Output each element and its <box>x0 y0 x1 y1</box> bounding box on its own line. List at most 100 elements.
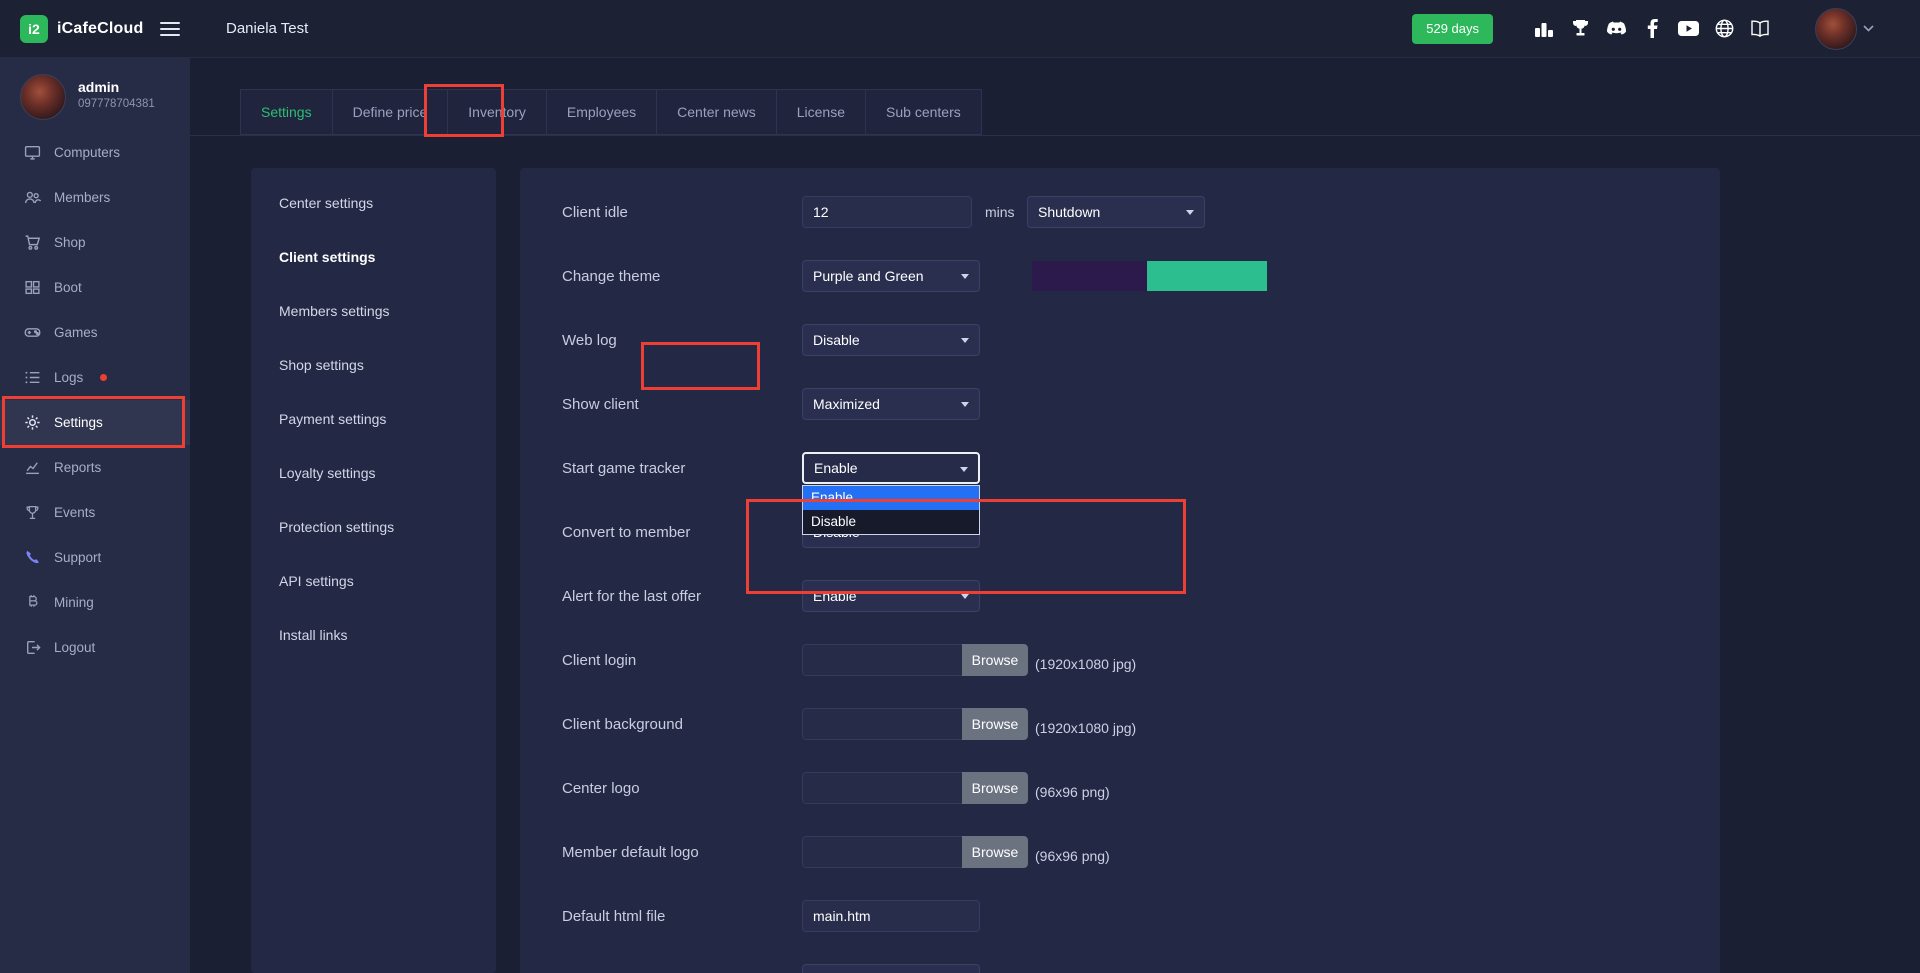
partial-control[interactable] <box>802 964 980 973</box>
unit-label: mins <box>985 204 1027 220</box>
form-row-default-html: Default html file main.htm <box>520 884 1720 948</box>
nav-item-center-settings[interactable]: Center settings <box>251 176 496 230</box>
brand[interactable]: i2 iCafeCloud <box>0 15 148 43</box>
leaderboard-icon[interactable] <box>1533 18 1555 40</box>
sidebar-item-support[interactable]: Support <box>0 535 190 580</box>
sidebar-item-logout[interactable]: Logout <box>0 625 190 670</box>
sidebar-item-computers[interactable]: Computers <box>0 130 190 175</box>
tab-inventory[interactable]: Inventory <box>447 89 547 135</box>
nav-item-client-settings[interactable]: Client settings <box>251 230 496 284</box>
sidebar-item-logs[interactable]: Logs <box>0 355 190 400</box>
client-settings-form: Client idle 12 mins Shutdown Change them… <box>520 168 1720 973</box>
select-dropdown-list: Enable Disable <box>802 485 980 535</box>
default-html-input[interactable]: main.htm <box>802 900 980 932</box>
browse-button[interactable]: Browse <box>962 708 1028 740</box>
field-label: Change theme <box>562 268 802 285</box>
sidebar-item-events[interactable]: Events <box>0 490 190 535</box>
sidebar-item-label: Reports <box>54 460 101 475</box>
field-label: Web log <box>562 332 802 349</box>
chart-icon <box>24 459 41 476</box>
nav-item-install-links[interactable]: Install links <box>251 608 496 662</box>
field-label: Center logo <box>562 780 802 797</box>
form-row-convert-to-member: Convert to member Disable <box>520 500 1720 564</box>
file-input[interactable] <box>802 772 962 804</box>
nav-item-protection-settings[interactable]: Protection settings <box>251 500 496 554</box>
caret-icon <box>961 402 969 407</box>
topbar: i2 iCafeCloud Daniela Test 529 days <box>0 0 1920 58</box>
manual-icon[interactable] <box>1749 18 1771 40</box>
tab-license[interactable]: License <box>776 89 866 135</box>
client-background-file[interactable]: Browse <box>802 708 1028 740</box>
dropdown-option-disable[interactable]: Disable <box>803 510 979 534</box>
web-log-select[interactable]: Disable <box>802 324 980 356</box>
nav-item-loyalty-settings[interactable]: Loyalty settings <box>251 446 496 500</box>
browse-button[interactable]: Browse <box>962 772 1028 804</box>
form-row-change-theme: Change theme Purple and Green <box>520 244 1720 308</box>
client-login-file[interactable]: Browse <box>802 644 1028 676</box>
dropdown-option-enable[interactable]: Enable <box>803 486 979 510</box>
nav-item-api-settings[interactable]: API settings <box>251 554 496 608</box>
nav-item-payment-settings[interactable]: Payment settings <box>251 392 496 446</box>
youtube-icon[interactable] <box>1677 18 1699 40</box>
profile-name: admin <box>78 79 155 95</box>
caret-icon <box>961 594 969 599</box>
grid-icon <box>24 279 41 296</box>
field-label: Show client <box>562 396 802 413</box>
sidebar-item-settings[interactable]: Settings <box>0 400 190 445</box>
profile-avatar <box>20 74 66 120</box>
file-hint: (96x96 png) <box>1035 848 1110 864</box>
game-tracker-select[interactable]: Enable <box>802 452 980 484</box>
logout-icon <box>24 639 41 656</box>
file-input[interactable] <box>802 708 962 740</box>
file-input[interactable] <box>802 836 962 868</box>
client-idle-action-select[interactable]: Shutdown <box>1027 196 1205 228</box>
monitor-icon <box>24 144 41 161</box>
profile-block[interactable]: admin 097778704381 <box>0 58 190 130</box>
tab-sub-centers[interactable]: Sub centers <box>865 89 982 135</box>
sidebar-item-label: Events <box>54 505 95 520</box>
tab-center-news[interactable]: Center news <box>656 89 777 135</box>
hamburger-menu-icon[interactable] <box>160 21 180 37</box>
alert-offer-select[interactable]: Enable <box>802 580 980 612</box>
form-row-member-default-logo: Member default logo Browse (96x96 png) <box>520 820 1720 884</box>
member-logo-file[interactable]: Browse <box>802 836 1028 868</box>
theme-select[interactable]: Purple and Green <box>802 260 980 292</box>
gear-icon <box>24 414 41 431</box>
field-label: Member default logo <box>562 844 802 861</box>
sidebar-item-reports[interactable]: Reports <box>0 445 190 490</box>
sidebar-item-shop[interactable]: Shop <box>0 220 190 265</box>
sidebar-item-boot[interactable]: Boot <box>0 265 190 310</box>
file-input[interactable] <box>802 644 962 676</box>
center-logo-file[interactable]: Browse <box>802 772 1028 804</box>
caret-icon <box>961 338 969 343</box>
client-idle-input[interactable]: 12 <box>802 196 972 228</box>
discord-icon[interactable] <box>1605 18 1627 40</box>
page-title: Daniela Test <box>226 20 308 37</box>
sidebar-item-mining[interactable]: Mining <box>0 580 190 625</box>
facebook-icon[interactable] <box>1641 18 1663 40</box>
trophy-icon[interactable] <box>1569 18 1591 40</box>
caret-icon <box>960 467 968 472</box>
sidebar-item-games[interactable]: Games <box>0 310 190 355</box>
browse-button[interactable]: Browse <box>962 644 1028 676</box>
sidebar-item-label: Settings <box>54 415 103 430</box>
tab-employees[interactable]: Employees <box>546 89 657 135</box>
show-client-select[interactable]: Maximized <box>802 388 980 420</box>
sidebar-item-label: Boot <box>54 280 82 295</box>
sidebar-item-members[interactable]: Members <box>0 175 190 220</box>
file-hint: (1920x1080 jpg) <box>1035 720 1136 736</box>
nav-item-members-settings[interactable]: Members settings <box>251 284 496 338</box>
globe-icon[interactable] <box>1713 18 1735 40</box>
app-logo-icon: i2 <box>20 15 48 43</box>
user-menu[interactable] <box>1815 8 1874 50</box>
sidebar-item-label: Members <box>54 190 110 205</box>
form-row-start-game-tracker: Start game tracker Enable <box>520 436 1720 500</box>
license-days-badge[interactable]: 529 days <box>1412 14 1493 44</box>
tab-settings[interactable]: Settings <box>240 89 333 135</box>
tabs-bar: Settings Define price Inventory Employee… <box>190 58 1920 136</box>
tab-define-price[interactable]: Define price <box>332 89 449 135</box>
nav-item-shop-settings[interactable]: Shop settings <box>251 338 496 392</box>
browse-button[interactable]: Browse <box>962 836 1028 868</box>
chevron-down-icon <box>1863 25 1874 32</box>
field-label: Convert to member <box>562 524 802 541</box>
